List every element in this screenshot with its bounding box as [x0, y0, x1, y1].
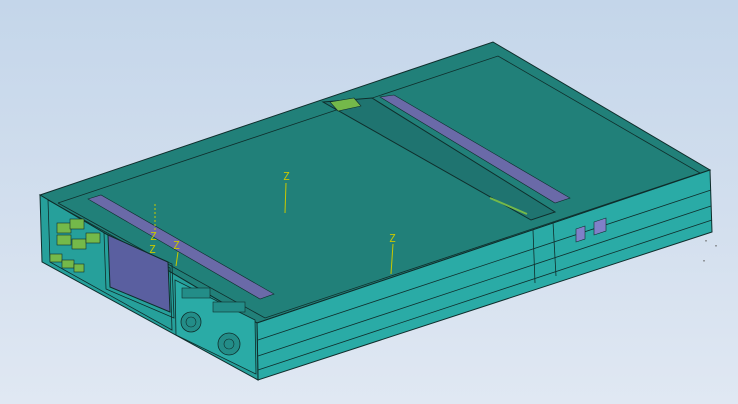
svg-text:·: · — [713, 241, 719, 252]
svg-text:Z: Z — [150, 230, 157, 243]
connector-1[interactable] — [56, 222, 72, 234]
svg-text:·: · — [701, 256, 707, 267]
vent-grille-2 — [212, 301, 246, 313]
connector-5[interactable] — [85, 232, 101, 244]
svg-text:·: · — [703, 236, 709, 247]
svg-text:Z: Z — [149, 243, 156, 256]
z-marker-3[interactable]: Z — [149, 243, 156, 256]
fan-2[interactable] — [217, 332, 241, 356]
svg-text:Z: Z — [283, 170, 290, 183]
svg-text:Z: Z — [389, 232, 396, 245]
connector-2[interactable] — [69, 218, 85, 230]
connector-7[interactable] — [61, 259, 75, 269]
front-vent-1[interactable] — [575, 225, 586, 243]
connector-4[interactable] — [71, 238, 87, 250]
connector-3[interactable] — [56, 234, 72, 246]
fan-1[interactable] — [180, 311, 202, 333]
3d-model-scene[interactable]: Z Z Z Z Z · · · — [0, 0, 738, 404]
connector-6[interactable] — [49, 253, 63, 263]
vent-grille-1 — [181, 287, 211, 299]
cad-viewport[interactable]: Z Z Z Z Z · · · — [0, 0, 738, 404]
view-triad-icon: · · · — [701, 236, 719, 267]
svg-text:Z: Z — [173, 239, 180, 252]
connector-8[interactable] — [73, 263, 85, 273]
